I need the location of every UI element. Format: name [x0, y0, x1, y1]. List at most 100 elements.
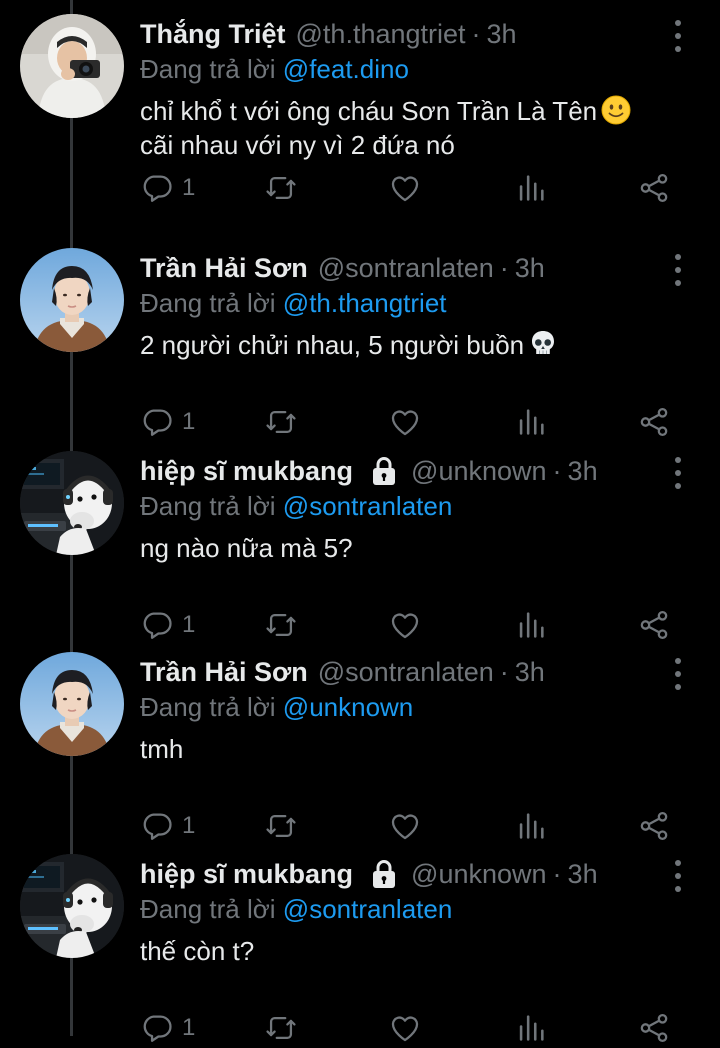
analytics-icon [514, 809, 548, 843]
reply-icon [140, 809, 174, 843]
protected-account-lock-icon [371, 456, 397, 486]
share-button[interactable] [637, 168, 671, 208]
retweet-button[interactable] [264, 402, 298, 442]
analytics-icon [514, 171, 548, 205]
tweet-text-line-2: cãi nhau với ny vì 2 đứa nó [140, 130, 455, 160]
avatar[interactable] [20, 854, 124, 958]
tweet-text: ng nào nữa mà 5? [140, 531, 680, 565]
reply-button[interactable]: 1 [140, 168, 195, 208]
replying-to-label: Đang trả lời [140, 894, 276, 924]
tweet-action-bar: 1 [0, 1008, 720, 1048]
protected-account-lock-icon [371, 859, 397, 889]
reply-button[interactable]: 1 [140, 1008, 195, 1048]
share-icon [637, 171, 671, 205]
reply-icon [140, 171, 174, 205]
reply-to-mention[interactable]: @unknown [283, 692, 413, 722]
reply-to-mention[interactable]: @sontranlaten [283, 894, 453, 924]
timestamp[interactable]: 3h [515, 250, 545, 286]
timestamp[interactable]: 3h [515, 654, 545, 690]
timestamp[interactable]: 3h [568, 453, 598, 489]
analytics-icon [514, 1011, 548, 1045]
tweet-text-line-1: ng nào nữa mà 5? [140, 533, 353, 563]
analytics-icon [514, 608, 548, 642]
user-handle[interactable]: @sontranlaten [318, 654, 494, 690]
reply-to-mention[interactable]: @th.thangtriet [283, 288, 447, 318]
analytics-button[interactable] [514, 168, 548, 208]
slightly-smiling-face-emoji [601, 95, 631, 125]
tweet-header: Thắng Triệt @th.thangtriet · 3h [140, 16, 517, 52]
retweet-icon [264, 809, 298, 843]
share-button[interactable] [637, 1008, 671, 1048]
timestamp[interactable]: 3h [568, 856, 598, 892]
avatar[interactable] [20, 14, 124, 118]
retweet-button[interactable] [264, 168, 298, 208]
separator-dot: · [552, 456, 562, 486]
display-name[interactable]: Thắng Triệt [140, 16, 286, 52]
replying-to-line: Đang trả lời @unknown [140, 690, 413, 724]
more-options-icon[interactable] [670, 860, 686, 892]
tweet-header: Trần Hải Sơn @sontranlaten · 3h [140, 654, 545, 690]
tweet-header: Trần Hải Sơn @sontranlaten · 3h [140, 250, 545, 286]
avatar[interactable] [20, 652, 124, 756]
tweet-text: 2 người chửi nhau, 5 người buồn [140, 328, 680, 362]
tweet-text: tmh [140, 732, 680, 766]
retweet-icon [264, 1011, 298, 1045]
replying-to-line: Đang trả lời @feat.dino [140, 52, 409, 86]
tweet-reply[interactable]: Trần Hải Sơn @sontranlaten · 3h Đang trả lời… [0, 234, 720, 437]
reply-count: 1 [182, 174, 196, 201]
analytics-button[interactable] [514, 402, 548, 442]
tweet-text: chỉ khổ t với ông cháu Sơn Trần Là Tên cã… [140, 94, 680, 162]
reply-count: 1 [182, 408, 196, 435]
timestamp[interactable]: 3h [487, 16, 517, 52]
share-icon [637, 809, 671, 843]
like-button[interactable] [388, 168, 422, 208]
reply-to-mention[interactable]: @sontranlaten [283, 491, 453, 521]
like-button[interactable] [388, 1008, 422, 1048]
tweet-header: hiệp sĩ mukbang @unknown · 3h [140, 453, 598, 489]
like-icon [388, 171, 422, 205]
reply-to-mention[interactable]: @feat.dino [283, 54, 409, 84]
share-icon [637, 608, 671, 642]
share-icon [637, 405, 671, 439]
like-icon [388, 809, 422, 843]
display-name[interactable]: Trần Hải Sơn [140, 250, 308, 286]
more-options-icon[interactable] [670, 658, 686, 690]
tweet-reply[interactable]: hiệp sĩ mukbang @unknown · 3h Đang trả lời @… [0, 840, 720, 1043]
display-name[interactable]: hiệp sĩ mukbang [140, 856, 353, 892]
tweet-reply[interactable]: Trần Hải Sơn @sontranlaten · 3h Đang trả lời… [0, 638, 720, 841]
reply-icon [140, 608, 174, 642]
replying-to-label: Đang trả lời [140, 288, 276, 318]
share-button[interactable] [637, 402, 671, 442]
tweet-text-line-1: thế còn t? [140, 936, 255, 966]
more-options-icon[interactable] [670, 20, 686, 52]
reply-count: 1 [182, 1014, 196, 1041]
retweet-icon [264, 608, 298, 642]
replying-to-label: Đang trả lời [140, 491, 276, 521]
user-handle[interactable]: @sontranlaten [318, 250, 494, 286]
tweet-text: thế còn t? [140, 934, 680, 968]
retweet-icon [264, 171, 298, 205]
tweet-reply[interactable]: hiệp sĩ mukbang @unknown · 3h Đang trả lời @… [0, 437, 720, 640]
user-handle[interactable]: @th.thangtriet [296, 16, 466, 52]
more-options-icon[interactable] [670, 457, 686, 489]
user-handle[interactable]: @unknown [411, 856, 547, 892]
separator-dot: · [499, 253, 509, 283]
reply-button[interactable]: 1 [140, 402, 195, 442]
analytics-button[interactable] [514, 1008, 548, 1048]
display-name[interactable]: hiệp sĩ mukbang [140, 453, 353, 489]
avatar[interactable] [20, 248, 124, 352]
display-name[interactable]: Trần Hải Sơn [140, 654, 308, 690]
like-button[interactable] [388, 402, 422, 442]
like-icon [388, 608, 422, 642]
separator-dot: · [499, 657, 509, 687]
like-icon [388, 1011, 422, 1045]
tweet-reply[interactable]: Thắng Triệt @th.thangtriet · 3h Đang trả lời… [0, 0, 720, 203]
avatar[interactable] [20, 451, 124, 555]
retweet-button[interactable] [264, 1008, 298, 1048]
replying-to-label: Đang trả lời [140, 54, 276, 84]
more-options-icon[interactable] [670, 254, 686, 286]
skull-emoji [528, 329, 558, 359]
tweet-text-line-1: 2 người chửi nhau, 5 người buồn [140, 330, 525, 360]
user-handle[interactable]: @unknown [411, 453, 547, 489]
tweet-header: hiệp sĩ mukbang @unknown · 3h [140, 856, 598, 892]
